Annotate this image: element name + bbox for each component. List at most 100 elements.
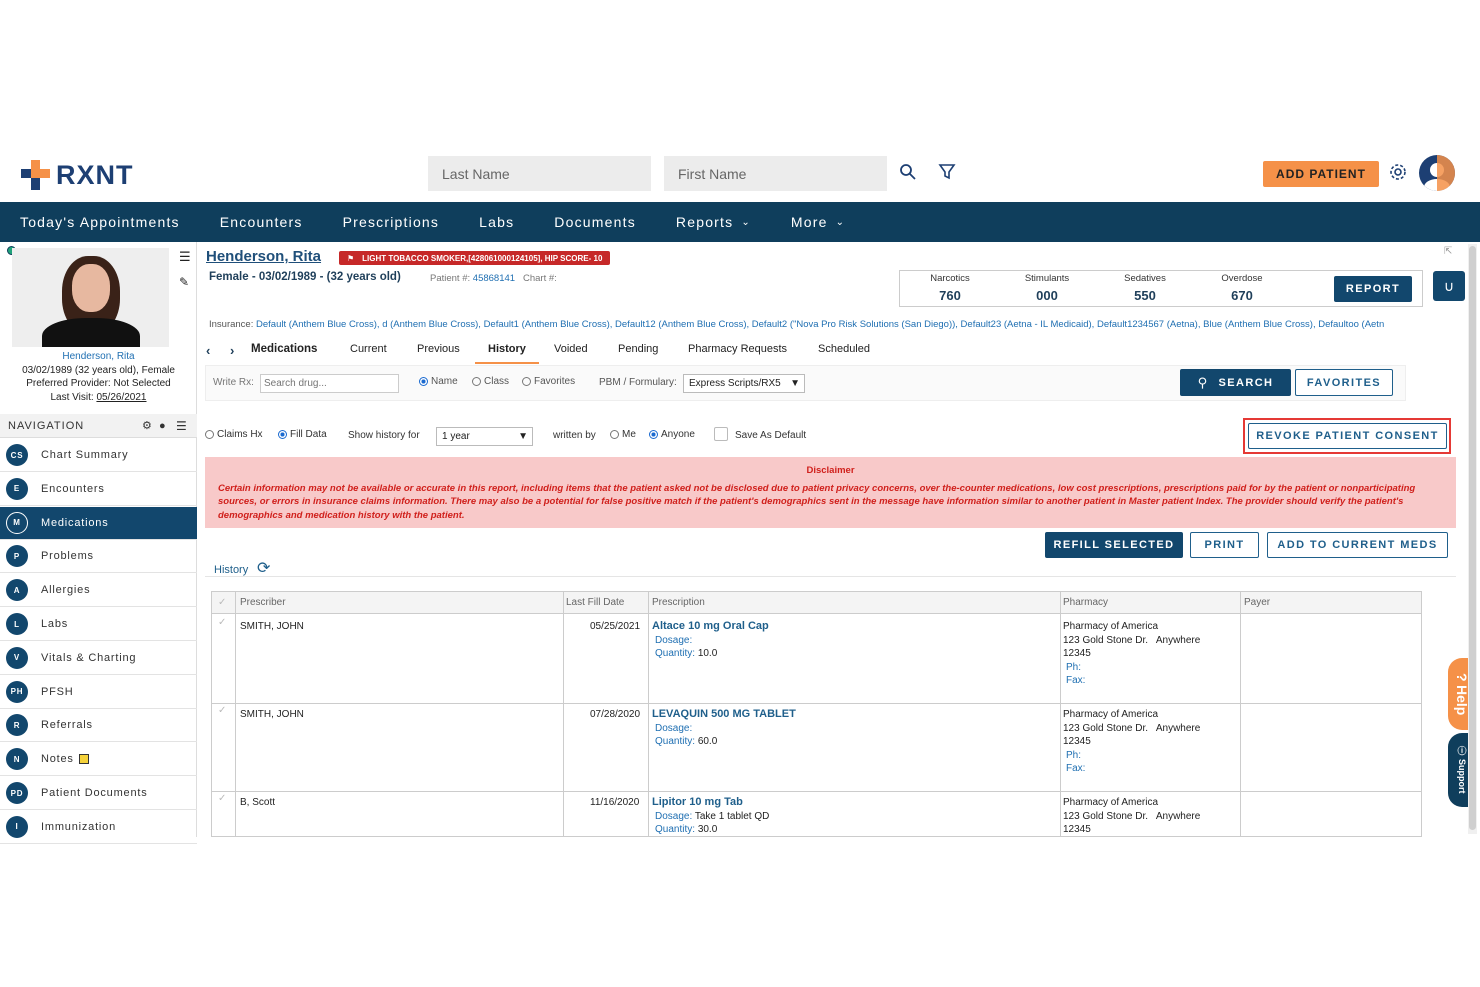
alert-badge[interactable]: ⚑ LIGHT TOBACCO SMOKER,[428061000124105],…	[339, 251, 611, 265]
last-name-placeholder: Last Name	[442, 165, 510, 182]
row-check-icon[interactable]: ✓	[218, 704, 226, 718]
nav-labs[interactable]: Labs	[479, 214, 514, 230]
list-icon[interactable]: ☰	[179, 249, 191, 265]
support-icon: ⓘ	[1456, 746, 1467, 756]
radio-fill-data[interactable]: Fill Data	[278, 429, 327, 440]
row-check-icon[interactable]: ✓	[218, 792, 226, 806]
sidebar-item-immunization[interactable]: I Immunization	[0, 811, 197, 844]
tab-scheduled[interactable]: Scheduled	[818, 343, 870, 355]
first-name-input[interactable]: First Name	[664, 156, 887, 191]
sidebar-item-chart-summary[interactable]: CS Chart Summary	[0, 439, 197, 472]
row-pharmacy: Pharmacy of America	[1063, 709, 1159, 720]
col-pharmacy[interactable]: Pharmacy	[1063, 597, 1108, 608]
drug-search-input[interactable]	[260, 374, 399, 393]
pbm-select[interactable]: Express Scripts/RX5 ▼	[683, 374, 805, 393]
patient-number-value[interactable]: 45868141	[473, 273, 515, 284]
last-visit-date[interactable]: 05/26/2021	[96, 392, 146, 403]
sidebar-item-allergies[interactable]: A Allergies	[0, 574, 197, 608]
disclaimer-box: Disclaimer Certain information may not b…	[205, 457, 1456, 528]
tab-pharmacy-requests[interactable]: Pharmacy Requests	[688, 343, 787, 355]
radio-claims-hx[interactable]: Claims Hx	[205, 429, 263, 440]
radio-class[interactable]: Class	[472, 376, 509, 387]
nav-more[interactable]: More ⌄	[791, 214, 845, 230]
narcotics-value: 760	[939, 288, 961, 303]
radio-name[interactable]: Name	[419, 376, 458, 387]
row-drug[interactable]: Altace 10 mg Oral Cap	[652, 620, 769, 634]
tab-previous[interactable]: Previous	[417, 343, 460, 355]
report-button[interactable]: REPORT	[1334, 276, 1412, 302]
sidebar-item-medications[interactable]: M Medications	[0, 506, 197, 540]
user-icon[interactable]: ●	[159, 420, 167, 432]
search-icon: ⚲	[1197, 374, 1209, 390]
radio-favorites[interactable]: Favorites	[522, 376, 575, 387]
gear-icon[interactable]: ⚙	[142, 419, 153, 432]
scrollbar-thumb[interactable]	[1469, 246, 1476, 830]
tab-voided[interactable]: Voided	[554, 343, 588, 355]
list-icon[interactable]: ☰	[176, 419, 188, 433]
sidebar-item-pfsh[interactable]: PH PFSH	[0, 676, 197, 709]
radio-anyone-label: Anyone	[661, 429, 695, 440]
row-pharmacy-fax: Fax:	[1066, 675, 1086, 686]
main-nav: Today's Appointments Encounters Prescrip…	[0, 202, 1480, 242]
nav-encounters[interactable]: Encounters	[220, 214, 303, 230]
add-to-current-meds-button[interactable]: ADD TO CURRENT MEDS	[1267, 532, 1448, 558]
sidebar-item-vitals-charting[interactable]: V Vitals & Charting	[0, 642, 197, 675]
chevron-left-icon[interactable]: ‹	[206, 343, 210, 358]
sedatives-label: Sedatives	[1124, 273, 1166, 284]
chevron-right-icon[interactable]: ›	[230, 343, 234, 358]
sidebar-item-encounters[interactable]: E Encounters	[0, 473, 197, 506]
support-label: Support	[1457, 759, 1467, 794]
revoke-patient-consent-button[interactable]: REVOKE PATIENT CONSENT	[1248, 423, 1447, 449]
nav-reports[interactable]: Reports ⌄	[676, 214, 751, 230]
tab-history[interactable]: History	[488, 343, 526, 355]
edit-icon[interactable]: ✎	[179, 275, 189, 289]
col-prescription[interactable]: Prescription	[652, 597, 705, 608]
sidebar-item-labs[interactable]: L Labs	[0, 608, 197, 641]
row-drug[interactable]: Lipitor 10 mg Tab	[652, 796, 743, 810]
rxnt-logo[interactable]: RXNT	[20, 158, 134, 192]
radio-claims-label: Claims Hx	[217, 429, 263, 440]
row-drug[interactable]: LEVAQUIN 500 MG TABLET	[652, 708, 796, 722]
scrollbar-track[interactable]	[1468, 244, 1477, 834]
patient-name[interactable]: Henderson, Rita	[206, 248, 321, 265]
col-last-fill-date[interactable]: Last Fill Date	[566, 597, 624, 608]
print-button[interactable]: PRINT	[1190, 532, 1259, 558]
sidebar-item-notes[interactable]: N Notes	[0, 743, 197, 777]
filter-icon[interactable]	[938, 163, 956, 181]
insurance-value[interactable]: Default (Anthem Blue Cross), d (Anthem B…	[256, 319, 1384, 330]
patient-demographics: Female - 03/02/1989 - (32 years old)	[209, 271, 401, 283]
nav-prescriptions[interactable]: Prescriptions	[343, 214, 440, 230]
save-default-checkbox[interactable]	[714, 427, 728, 441]
select-all-check-icon[interactable]: ✓	[218, 597, 226, 608]
last-name-input[interactable]: Last Name	[428, 156, 651, 191]
sidebar-item-referrals[interactable]: R Referrals	[0, 709, 197, 743]
nav-documents[interactable]: Documents	[554, 214, 636, 230]
sidebar-item-problems[interactable]: P Problems	[0, 540, 197, 574]
tab-pending[interactable]: Pending	[618, 343, 658, 355]
nav-more-label: More	[790, 214, 828, 230]
quantity-label: Quantity:	[655, 648, 696, 659]
favorites-button[interactable]: FAVORITES	[1295, 369, 1393, 396]
refill-selected-button[interactable]: REFILL SELECTED	[1045, 532, 1183, 558]
sidebar-item-label: PFSH	[41, 685, 74, 698]
history-period-select[interactable]: 1 year ▼	[436, 427, 533, 446]
search-icon[interactable]	[899, 163, 917, 181]
nav-todays-appointments[interactable]: Today's Appointments	[20, 214, 180, 230]
stethoscope-icon[interactable]: ∪	[1433, 271, 1465, 301]
refresh-icon[interactable]: ⟳	[257, 558, 270, 578]
sidebar-item-patient-documents[interactable]: PD Patient Documents	[0, 777, 197, 810]
side-patient-name[interactable]: Henderson, Rita	[0, 350, 197, 364]
row-pharmacy-phone: Ph:	[1066, 661, 1082, 673]
expand-icon[interactable]: ⇱	[1444, 246, 1452, 257]
tab-current[interactable]: Current	[350, 343, 387, 355]
radio-anyone[interactable]: Anyone	[649, 429, 695, 440]
col-prescriber[interactable]: Prescriber	[240, 597, 286, 608]
radio-me[interactable]: Me	[610, 429, 636, 440]
note-icon	[78, 754, 89, 765]
col-payer[interactable]: Payer	[1244, 597, 1270, 608]
row-check-icon[interactable]: ✓	[218, 616, 226, 630]
gear-icon[interactable]	[1389, 163, 1407, 181]
add-patient-button[interactable]: ADD PATIENT	[1263, 161, 1379, 187]
search-button[interactable]: ⚲ SEARCH	[1180, 369, 1291, 396]
user-avatar[interactable]	[1419, 155, 1455, 191]
